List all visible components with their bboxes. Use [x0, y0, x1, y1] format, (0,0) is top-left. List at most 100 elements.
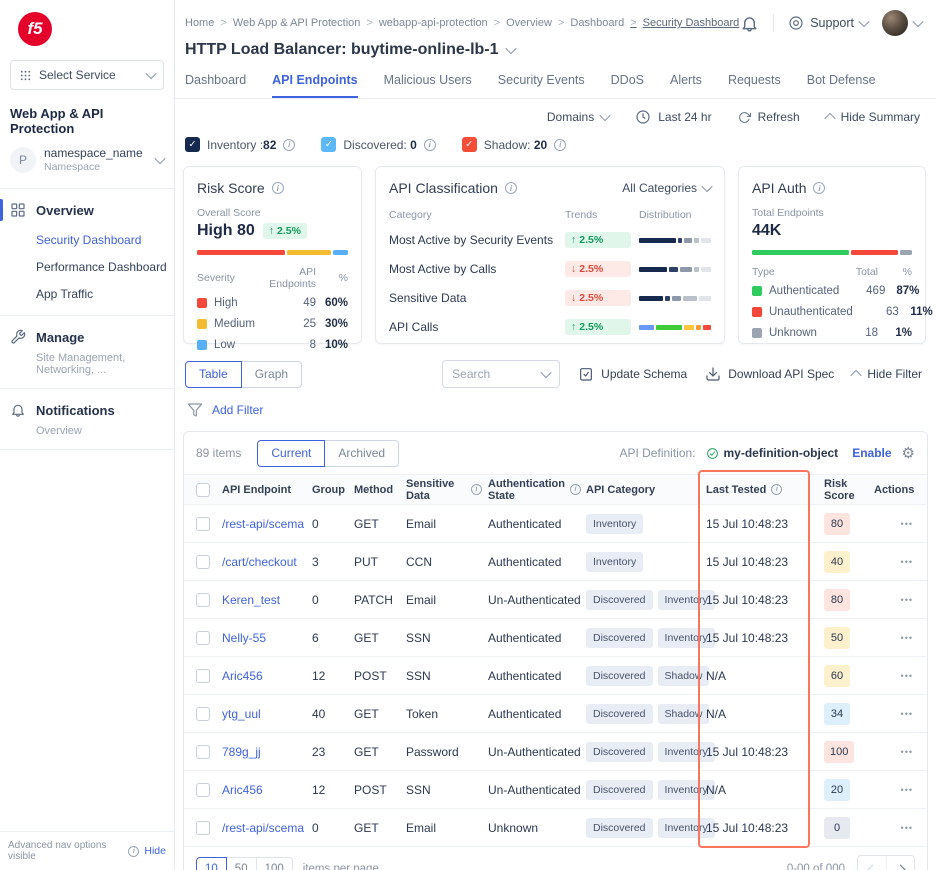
download-api-spec-button[interactable]: Download API Spec [705, 366, 834, 382]
user-menu[interactable] [882, 10, 922, 36]
f5-logo: f5 [18, 12, 52, 46]
refresh-button[interactable]: Refresh [738, 110, 800, 124]
api-endpoint-link[interactable]: Keren_test [222, 593, 312, 607]
sidebar-item-notifications[interactable]: Notifications Overview [0, 389, 174, 450]
tab[interactable]: Malicious Users [384, 73, 472, 98]
api-category-cell: Inventory [586, 552, 706, 572]
time-range-picker[interactable]: Last 24 hr [635, 109, 711, 125]
breadcrumb-item[interactable]: Home [185, 17, 214, 29]
row-actions-button[interactable]: ••• [901, 557, 927, 567]
row-checkbox[interactable] [196, 555, 210, 569]
page-size-button[interactable]: 100 [256, 857, 293, 870]
bar-segment [333, 250, 348, 255]
notifications-bell-icon[interactable] [740, 14, 759, 33]
hide-filter-toggle[interactable]: Hide Filter [852, 367, 922, 381]
table-body: /rest-api/scema 0 GET Email Authenticate… [184, 504, 927, 846]
update-schema-button[interactable]: Update Schema [578, 366, 687, 382]
api-endpoint-link[interactable]: Aric456 [222, 783, 312, 797]
bar-segment [683, 296, 698, 301]
sidebar-subitem[interactable]: Performance Dashboard [36, 260, 174, 274]
sidebar-subitem[interactable]: App Traffic [36, 287, 174, 301]
info-icon[interactable] [813, 182, 825, 194]
api-endpoint-link[interactable]: Nelly-55 [222, 631, 312, 645]
breadcrumb-item[interactable]: webapp-api-protection [360, 17, 487, 29]
tab[interactable]: Security Events [498, 73, 585, 98]
archive-toggle-button[interactable]: Current [257, 440, 325, 467]
page-size-button[interactable]: 10 [196, 857, 227, 870]
sidebar-overview-header[interactable]: Overview [0, 200, 174, 220]
row-actions-button[interactable]: ••• [901, 709, 927, 719]
add-filter-button[interactable]: Add Filter [212, 403, 263, 417]
breadcrumb-item[interactable]: Dashboard [552, 17, 624, 29]
row-actions-button[interactable]: ••• [901, 595, 927, 605]
column-header[interactable]: Method [354, 484, 406, 496]
sidebar-subitem[interactable]: Security Dashboard [36, 233, 174, 247]
all-categories-dropdown[interactable]: All Categories [622, 181, 711, 195]
column-header[interactable]: Sensitive Data [406, 478, 488, 502]
info-icon[interactable] [505, 182, 517, 194]
tab[interactable]: Dashboard [185, 73, 246, 98]
row-actions-button[interactable]: ••• [901, 519, 927, 529]
row-checkbox[interactable] [196, 745, 210, 759]
support-menu[interactable]: Support [788, 15, 868, 31]
row-checkbox[interactable] [196, 707, 210, 721]
hide-advanced-nav-link[interactable]: Hide [144, 845, 166, 857]
tab[interactable]: Bot Defense [807, 73, 876, 98]
archive-toggle-button[interactable]: Archived [324, 440, 399, 467]
column-header[interactable]: Last Tested [706, 484, 824, 496]
risk-score-cell: 80 [824, 589, 874, 611]
row-actions-button[interactable]: ••• [901, 747, 927, 757]
column-header[interactable]: API Category [586, 484, 706, 496]
column-header[interactable]: API Endpoint [222, 484, 312, 496]
api-endpoint-link[interactable]: /rest-api/scema [222, 821, 312, 835]
type-filter-checkbox[interactable]: ✓ Shadow: 20 [462, 137, 566, 152]
row-checkbox[interactable] [196, 669, 210, 683]
row-checkbox[interactable] [196, 593, 210, 607]
type-filter-checkbox[interactable]: ✓ Inventory :82 [185, 137, 295, 152]
row-actions-button[interactable]: ••• [901, 671, 927, 681]
api-endpoint-link[interactable]: /rest-api/scema [222, 517, 312, 531]
sidebar-item-manage[interactable]: Manage Site Management, Networking, ... [0, 316, 174, 389]
api-endpoint-link[interactable]: ytg_uul [222, 707, 312, 721]
tab[interactable]: DDoS [611, 73, 644, 98]
row-checkbox[interactable] [196, 783, 210, 797]
row-actions-button[interactable]: ••• [901, 785, 927, 795]
gear-icon[interactable]: ⚙ [902, 446, 915, 461]
type-filter-checkbox[interactable]: ✓ Discovered: 0 [321, 137, 435, 152]
select-all-checkbox[interactable] [196, 483, 210, 497]
namespace-selector[interactable]: P namespace_name Namespace [10, 146, 164, 174]
domains-dropdown[interactable]: Domains [547, 110, 609, 124]
enable-link[interactable]: Enable [852, 446, 891, 460]
bar-segment [851, 250, 898, 255]
card-title: Risk Score [197, 180, 265, 196]
breadcrumb-item[interactable]: Overview [488, 17, 552, 29]
next-page-button[interactable] [886, 856, 914, 870]
column-header[interactable]: Actions [874, 484, 928, 496]
tab[interactable]: Alerts [670, 73, 702, 98]
chevron-down-icon[interactable] [505, 43, 516, 54]
api-endpoint-link[interactable]: Aric456 [222, 669, 312, 683]
previous-page-button[interactable] [858, 856, 886, 870]
api-endpoint-link[interactable]: /cart/checkout [222, 555, 312, 569]
view-toggle-button[interactable]: Table [185, 361, 242, 388]
row-actions-button[interactable]: ••• [901, 633, 927, 643]
view-toggle-button[interactable]: Graph [241, 361, 302, 388]
chevron-right-icon [896, 864, 906, 870]
breadcrumb-item[interactable]: Security Dashboard [624, 17, 739, 29]
column-header[interactable]: Authentication State [488, 478, 586, 502]
breadcrumb-item[interactable]: Web App & API Protection [214, 17, 360, 29]
column-header[interactable]: Group [312, 484, 354, 496]
hide-summary-toggle[interactable]: Hide Summary [826, 110, 920, 124]
tab[interactable]: API Endpoints [272, 73, 357, 98]
page-size-button[interactable]: 50 [226, 857, 257, 870]
row-actions-button[interactable]: ••• [901, 823, 927, 833]
column-header[interactable]: Risk Score [824, 478, 874, 502]
row-checkbox[interactable] [196, 517, 210, 531]
row-checkbox[interactable] [196, 631, 210, 645]
tab[interactable]: Requests [728, 73, 781, 98]
row-checkbox[interactable] [196, 821, 210, 835]
search-input[interactable]: Search [442, 360, 560, 388]
select-service-dropdown[interactable]: Select Service [10, 60, 164, 90]
api-endpoint-link[interactable]: 789g_jj [222, 745, 312, 759]
info-icon[interactable] [272, 182, 284, 194]
